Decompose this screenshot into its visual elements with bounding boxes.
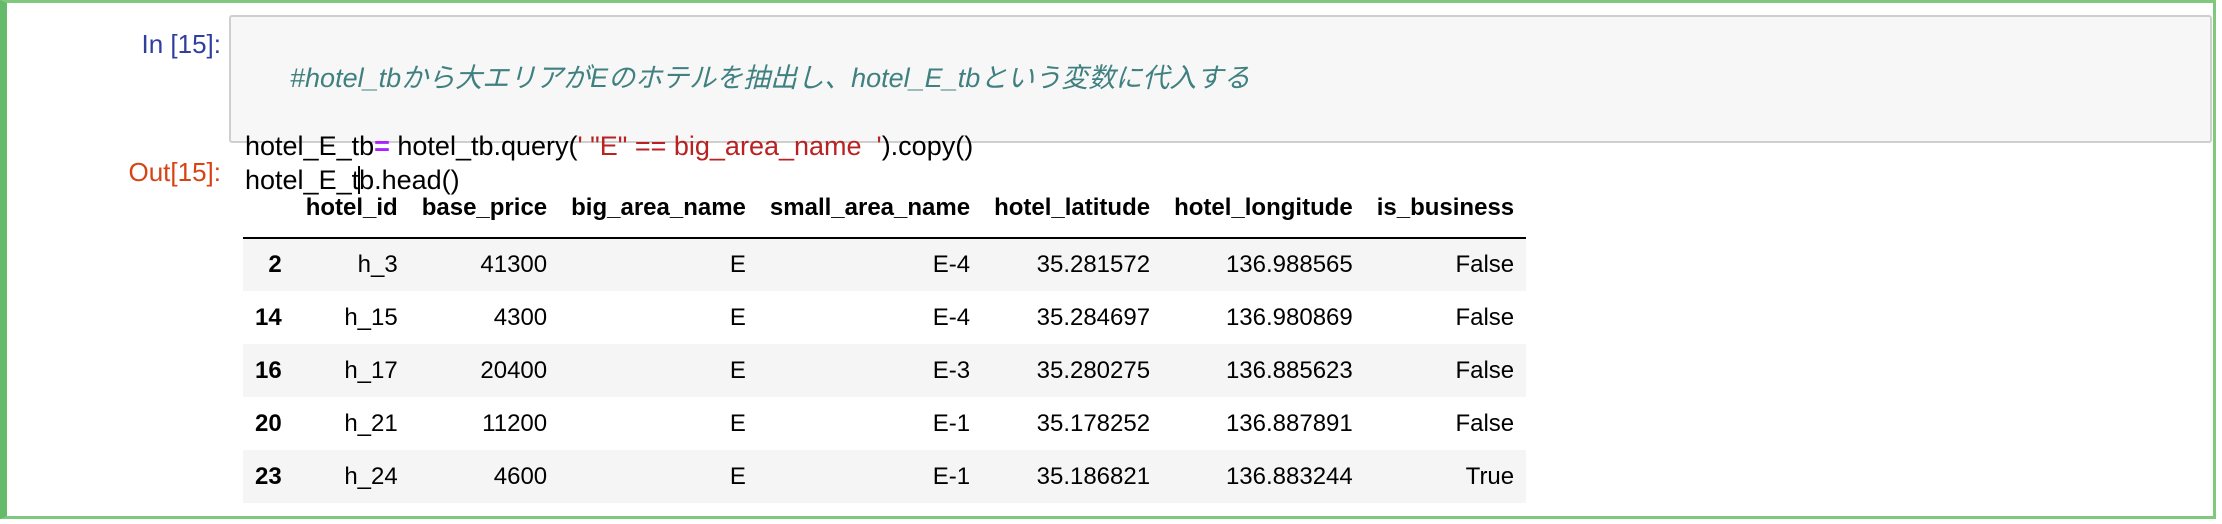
table-cell: 136.885623 xyxy=(1225,356,1353,384)
table-cell: False xyxy=(1455,409,1515,437)
table-cell: 11200 xyxy=(482,409,548,437)
table-cell: 35.284697 xyxy=(1036,303,1151,331)
table-cell: E-1 xyxy=(932,462,971,490)
table-cell: h_17 xyxy=(344,356,398,384)
table-cell: E xyxy=(729,251,746,278)
code-string: ' "E" == big_area_name ' xyxy=(577,131,882,161)
table-cell: 35.280275 xyxy=(1036,356,1151,384)
column-header-is-business: is_business xyxy=(1364,179,1527,239)
table-row: 20 h_21 11200 E E-1 35.178252 136.887891… xyxy=(243,397,1526,450)
table-header-row: hotel_id base_price big_area_name small_… xyxy=(243,179,1527,239)
table-cell: 35.281572 xyxy=(1036,251,1151,278)
notebook-cell[interactable]: In [15]: #hotel_tbから大エリアがEのホテルを抽出し、hotel… xyxy=(0,0,2216,519)
row-index: 20 xyxy=(255,409,282,437)
code-line-1: #hotel_tbから大エリアがEのホテルを抽出し、hotel_E_tbという変… xyxy=(245,27,2196,129)
table-cell: False xyxy=(1455,251,1515,278)
table-cell: h_21 xyxy=(344,409,398,437)
row-index: 2 xyxy=(268,251,282,278)
index-header xyxy=(243,179,294,239)
table-cell: E-4 xyxy=(932,251,971,278)
table-cell: h_15 xyxy=(344,303,398,331)
table-cell: E-1 xyxy=(932,409,971,437)
code-operator: = xyxy=(374,131,390,161)
table-cell: False xyxy=(1455,356,1515,384)
table-cell: E xyxy=(729,409,746,437)
table-cell: 20400 xyxy=(480,356,548,384)
row-index: 16 xyxy=(255,356,282,384)
table-cell: 41300 xyxy=(480,251,548,278)
table-cell: h_3 xyxy=(357,251,398,278)
table-cell: False xyxy=(1455,303,1515,331)
row-index: 23 xyxy=(255,462,282,490)
column-header-big-area-name: big_area_name xyxy=(559,179,758,239)
table-cell: E xyxy=(729,462,746,490)
table-cell: E-4 xyxy=(932,303,971,331)
table-cell: 136.887891 xyxy=(1225,409,1353,437)
code-comment: #hotel_tbから大エリアがEのホテルを抽出し、hotel_E_tbという変… xyxy=(290,63,1251,93)
table-row: 14 h_15 4300 E E-4 35.284697 136.980869 … xyxy=(243,291,1526,344)
table-cell: E xyxy=(729,356,746,384)
table-row: 2 h_3 41300 E E-4 35.281572 136.988565 F… xyxy=(243,238,1527,291)
table-cell: 136.980869 xyxy=(1225,303,1353,331)
table-cell: h_24 xyxy=(344,462,398,490)
table-cell: 35.178252 xyxy=(1036,409,1151,437)
table-cell: 4300 xyxy=(493,303,548,331)
code-token: hotel_tb.query( xyxy=(389,131,578,161)
code-editor[interactable]: #hotel_tbから大エリアがEのホテルを抽出し、hotel_E_tbという変… xyxy=(229,15,2212,195)
input-prompt: In [15]: xyxy=(141,29,222,59)
column-header-base-price: base_price xyxy=(409,179,560,239)
code-token: hotel_E_tb xyxy=(245,131,375,161)
column-header-small-area-name: small_area_name xyxy=(757,179,983,239)
column-header-hotel-latitude: hotel_latitude xyxy=(982,179,1163,239)
code-token: ).copy() xyxy=(881,131,974,161)
output-prompt: Out[15]: xyxy=(128,157,222,187)
table-cell: 4600 xyxy=(493,462,548,490)
table-cell: 136.988565 xyxy=(1225,251,1353,278)
table-cell: 136.883244 xyxy=(1225,462,1353,490)
column-header-hotel-id: hotel_id xyxy=(293,179,410,239)
dataframe-table: hotel_id base_price big_area_name small_… xyxy=(243,179,1527,503)
code-line-2: hotel_E_tb= hotel_tb.query(' "E" == big_… xyxy=(245,129,2196,163)
table-row: 16 h_17 20400 E E-3 35.280275 136.885623… xyxy=(243,344,1527,397)
table-cell: True xyxy=(1465,462,1515,490)
table-cell: E-3 xyxy=(932,356,971,384)
table-cell: 35.186821 xyxy=(1036,462,1151,490)
table-row: 23 h_24 4600 E E-1 35.186821 136.883244 … xyxy=(243,450,1527,503)
column-header-hotel-longitude: hotel_longitude xyxy=(1162,179,1365,239)
row-index: 14 xyxy=(255,303,282,331)
output-area: hotel_id base_price big_area_name small_… xyxy=(243,179,1527,503)
table-cell: E xyxy=(729,303,746,331)
